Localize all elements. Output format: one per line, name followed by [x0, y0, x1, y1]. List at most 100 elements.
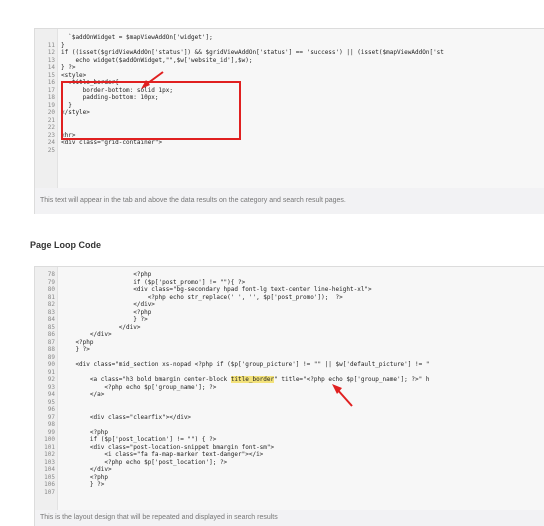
line-number: 13 [47, 56, 55, 64]
line-number: 89 [47, 353, 55, 361]
code-text: if ($p['post_promo'] != ""){ ?> [61, 278, 246, 286]
code-line: 25 [35, 147, 544, 154]
code-text: } ?> [61, 481, 105, 488]
code-line: 83 <?php [35, 309, 544, 316]
line-number: 87 [47, 338, 55, 346]
line-number: 82 [47, 301, 55, 308]
code-text: <?php echo $p['group_name']; ?> [61, 383, 217, 391]
code-line: 24 <div class="grid-container"> [35, 139, 544, 146]
line-number: 21 [47, 116, 55, 124]
line-number: 85 [47, 323, 55, 331]
line-number: 107 [44, 488, 55, 496]
line-number: 94 [47, 391, 55, 398]
line-number: 17 [47, 86, 55, 94]
code-text: if ((isset($gridViewAddOn['status']) && … [61, 49, 444, 56]
line-number: 95 [47, 398, 55, 406]
line-number: 92 [47, 376, 55, 383]
code-line: 88 } ?> [35, 346, 544, 353]
line-number: 80 [47, 286, 55, 293]
line-number: 105 [44, 473, 55, 481]
code-text: `$addOnWidget = $mapViewAddOn['widget']; [61, 34, 213, 41]
code-line: 96 [35, 406, 544, 413]
code-line: 11} [35, 42, 544, 49]
code-line: 80 <div class="bg-secondary hpad font-lg… [35, 286, 544, 293]
code-line: 94 </a> [35, 391, 544, 398]
code-text: } ?> [61, 316, 148, 323]
code-line: 87 <?php [35, 339, 544, 346]
line-number: 98 [47, 421, 55, 428]
line-number: 79 [47, 278, 55, 286]
annotation-arrow-top [141, 71, 164, 89]
code-text: <a class="h3 bold bmargin center-block t… [61, 376, 430, 383]
line-number: 91 [47, 368, 55, 376]
line-number: 102 [44, 451, 55, 458]
code-line: 85 </div> [35, 324, 544, 331]
line-number: 24 [47, 139, 55, 146]
line-number: 83 [47, 308, 55, 316]
code-text: } ?> [61, 346, 90, 353]
code-text: <?php [61, 473, 108, 481]
code-text: } [61, 41, 65, 49]
code-text: <?php [61, 338, 94, 346]
code-line: 95 [35, 399, 544, 406]
line-number: 96 [47, 406, 55, 413]
line-number: 25 [47, 146, 55, 154]
line-number: 81 [47, 293, 55, 301]
annotation-arrow-bottom [332, 384, 353, 407]
line-number: 78 [47, 271, 55, 278]
line-number: 88 [47, 346, 55, 353]
code-text: <div class="post-location-snippet bmargi… [61, 443, 275, 451]
code-line: 86 </div> [35, 331, 544, 338]
line-number: 22 [47, 124, 55, 131]
line-number: 106 [44, 481, 55, 488]
code-text: } ?> [61, 64, 76, 71]
line-number: 93 [47, 383, 55, 391]
code-text: <div class="mid_section xs-nopad <?php i… [61, 361, 430, 368]
code-text: echo widget($addOnWidget,"",$w['website_… [61, 56, 253, 64]
code-line: `$addOnWidget = $mapViewAddOn['widget']; [35, 34, 544, 41]
line-number: 97 [47, 413, 55, 421]
code-line: 100 if ($p['post_location'] != "") { ?> [35, 436, 544, 443]
loop-code-editor[interactable]: 78 <?php 79 if ($p['post_promo'] != ""){ … [34, 266, 544, 512]
line-number: 99 [47, 428, 55, 436]
code-text: <?php [61, 308, 152, 316]
code-text: <div class="clearfix"></div> [61, 413, 192, 421]
code-line: 101 <div class="post-location-snippet bm… [35, 444, 544, 451]
code-line: 89 [35, 354, 544, 361]
code-line: 105 <?php [35, 474, 544, 481]
code-line: 103 <?php echo $p['post_location']; ?> [35, 459, 544, 466]
code-line: 15 <style> [35, 72, 544, 79]
section-title: Page Loop Code [30, 240, 102, 250]
code-line: 12 if ((isset($gridViewAddOn['status']) &… [35, 49, 544, 56]
editor2-hint: This is the layout design that will be r… [40, 514, 278, 521]
line-number: 11 [47, 41, 55, 49]
code-line: 102 <i class="fa fa-map-marker text-dang… [35, 451, 544, 458]
code-text: <?php echo str_replace(' ', '', $p['post… [61, 293, 343, 301]
code-text: </div> [61, 301, 155, 308]
code-line: 81 <?php echo str_replace(' ', '', $p['p… [35, 294, 544, 301]
code-line: 82 </div> [35, 301, 544, 308]
code-text: </div> [61, 323, 141, 331]
code-text: if ($p['post_location'] != "") { ?> [61, 436, 217, 443]
code-text: <style> [61, 71, 87, 79]
code-line: 97 <div class="clearfix"></div> [35, 414, 544, 421]
code-text: </a> [61, 391, 105, 398]
code-line: 99 <?php [35, 429, 544, 436]
highlighted-class-name: title_border [230, 376, 275, 383]
code-text: <?php echo $p['post_location']; ?> [61, 458, 228, 466]
line-number: 84 [47, 316, 55, 323]
line-number: 101 [44, 443, 55, 451]
code-text: <div class="grid-container"> [61, 139, 163, 146]
line-number: 16 [47, 79, 55, 86]
line-number: 90 [47, 361, 55, 368]
line-number: 104 [44, 466, 55, 473]
code-line: 93 <?php echo $p['group_name']; ?> [35, 384, 544, 391]
line-number: 100 [44, 436, 55, 443]
line-number: 15 [47, 71, 55, 79]
line-number: 18 [47, 94, 55, 101]
line-number: 23 [47, 131, 55, 139]
line-number: 20 [47, 109, 55, 116]
code-line: 78 <?php [35, 271, 544, 278]
code-text: </div> [61, 466, 112, 473]
line-number: 86 [47, 331, 55, 338]
